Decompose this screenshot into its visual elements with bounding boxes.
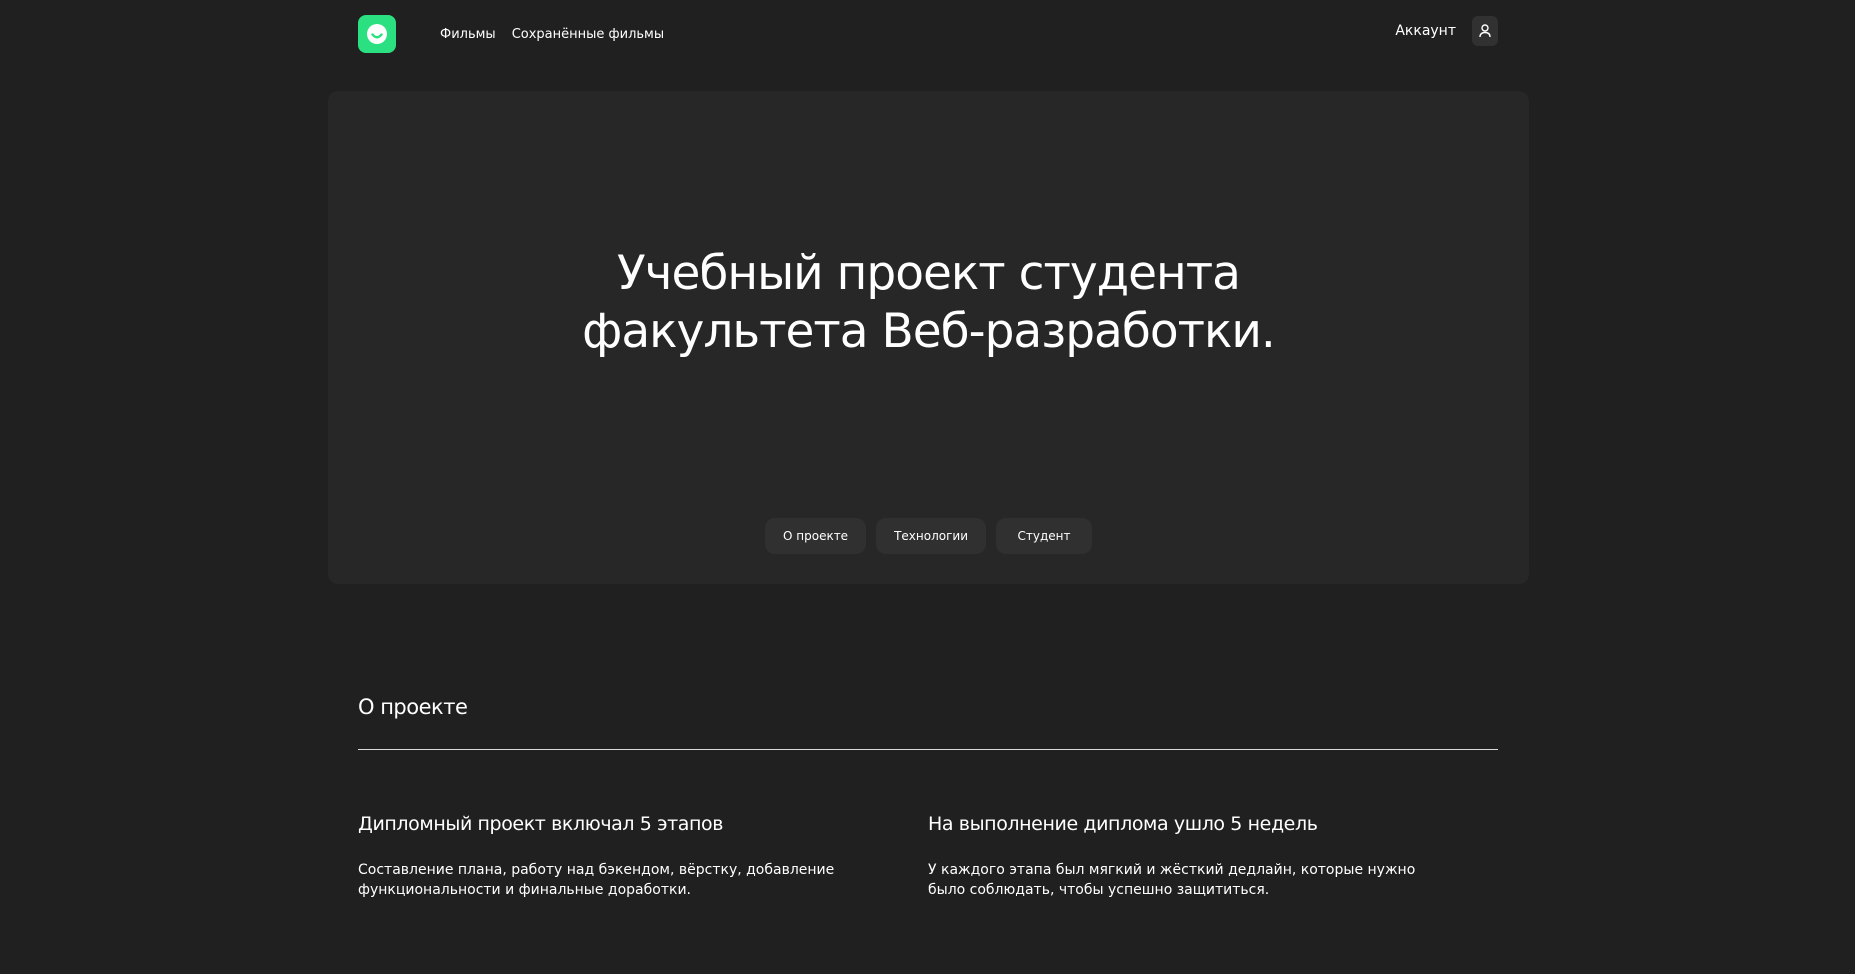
about-column-heading: На выполнение диплома ушло 5 недель — [928, 813, 1318, 835]
about-column-stages: Дипломный проект включал 5 этапов Состав… — [358, 812, 928, 900]
hero-nav-techs[interactable]: Технологии — [876, 518, 986, 554]
site-header: Фильмы Сохранённые фильмы Аккаунт — [0, 0, 1855, 74]
logo[interactable] — [358, 15, 396, 53]
main-nav: Фильмы Сохранённые фильмы — [440, 26, 664, 44]
hero-nav: О проекте Технологии Студент — [328, 518, 1529, 554]
about-project-section: О проекте Дипломный проект включал 5 эта… — [358, 688, 1498, 898]
hero-title-line-2: факультета Веб-разработки. — [582, 304, 1276, 359]
user-icon — [1479, 24, 1491, 38]
about-columns: Дипломный проект включал 5 этапов Состав… — [358, 812, 1498, 900]
hero-nav-about[interactable]: О проекте — [765, 518, 867, 554]
about-column-text: У каждого этапа был мягкий и жёсткий дед… — [928, 862, 1416, 898]
hero-nav-student[interactable]: Студент — [996, 518, 1092, 554]
account-area: Аккаунт — [1395, 16, 1498, 46]
promo-hero: Учебный проект студента факультета Веб-р… — [328, 91, 1529, 584]
hero-title-line-1: Учебный проект студента — [617, 246, 1241, 301]
smile-logo-icon — [367, 24, 387, 44]
about-column-duration: На выполнение диплома ушло 5 недель У ка… — [928, 812, 1498, 900]
account-button[interactable] — [1472, 16, 1498, 46]
about-title: О проекте — [358, 695, 468, 719]
section-divider — [358, 749, 1498, 750]
about-column-text: Составление плана, работу над бэкендом, … — [358, 862, 835, 898]
about-column-heading: Дипломный проект включал 5 этапов — [358, 813, 724, 835]
account-link[interactable]: Аккаунт — [1395, 23, 1456, 39]
nav-link-movies[interactable]: Фильмы — [440, 26, 496, 44]
hero-title: Учебный проект студента факультета Веб-р… — [328, 245, 1529, 361]
nav-link-saved-movies[interactable]: Сохранённые фильмы — [512, 26, 664, 44]
